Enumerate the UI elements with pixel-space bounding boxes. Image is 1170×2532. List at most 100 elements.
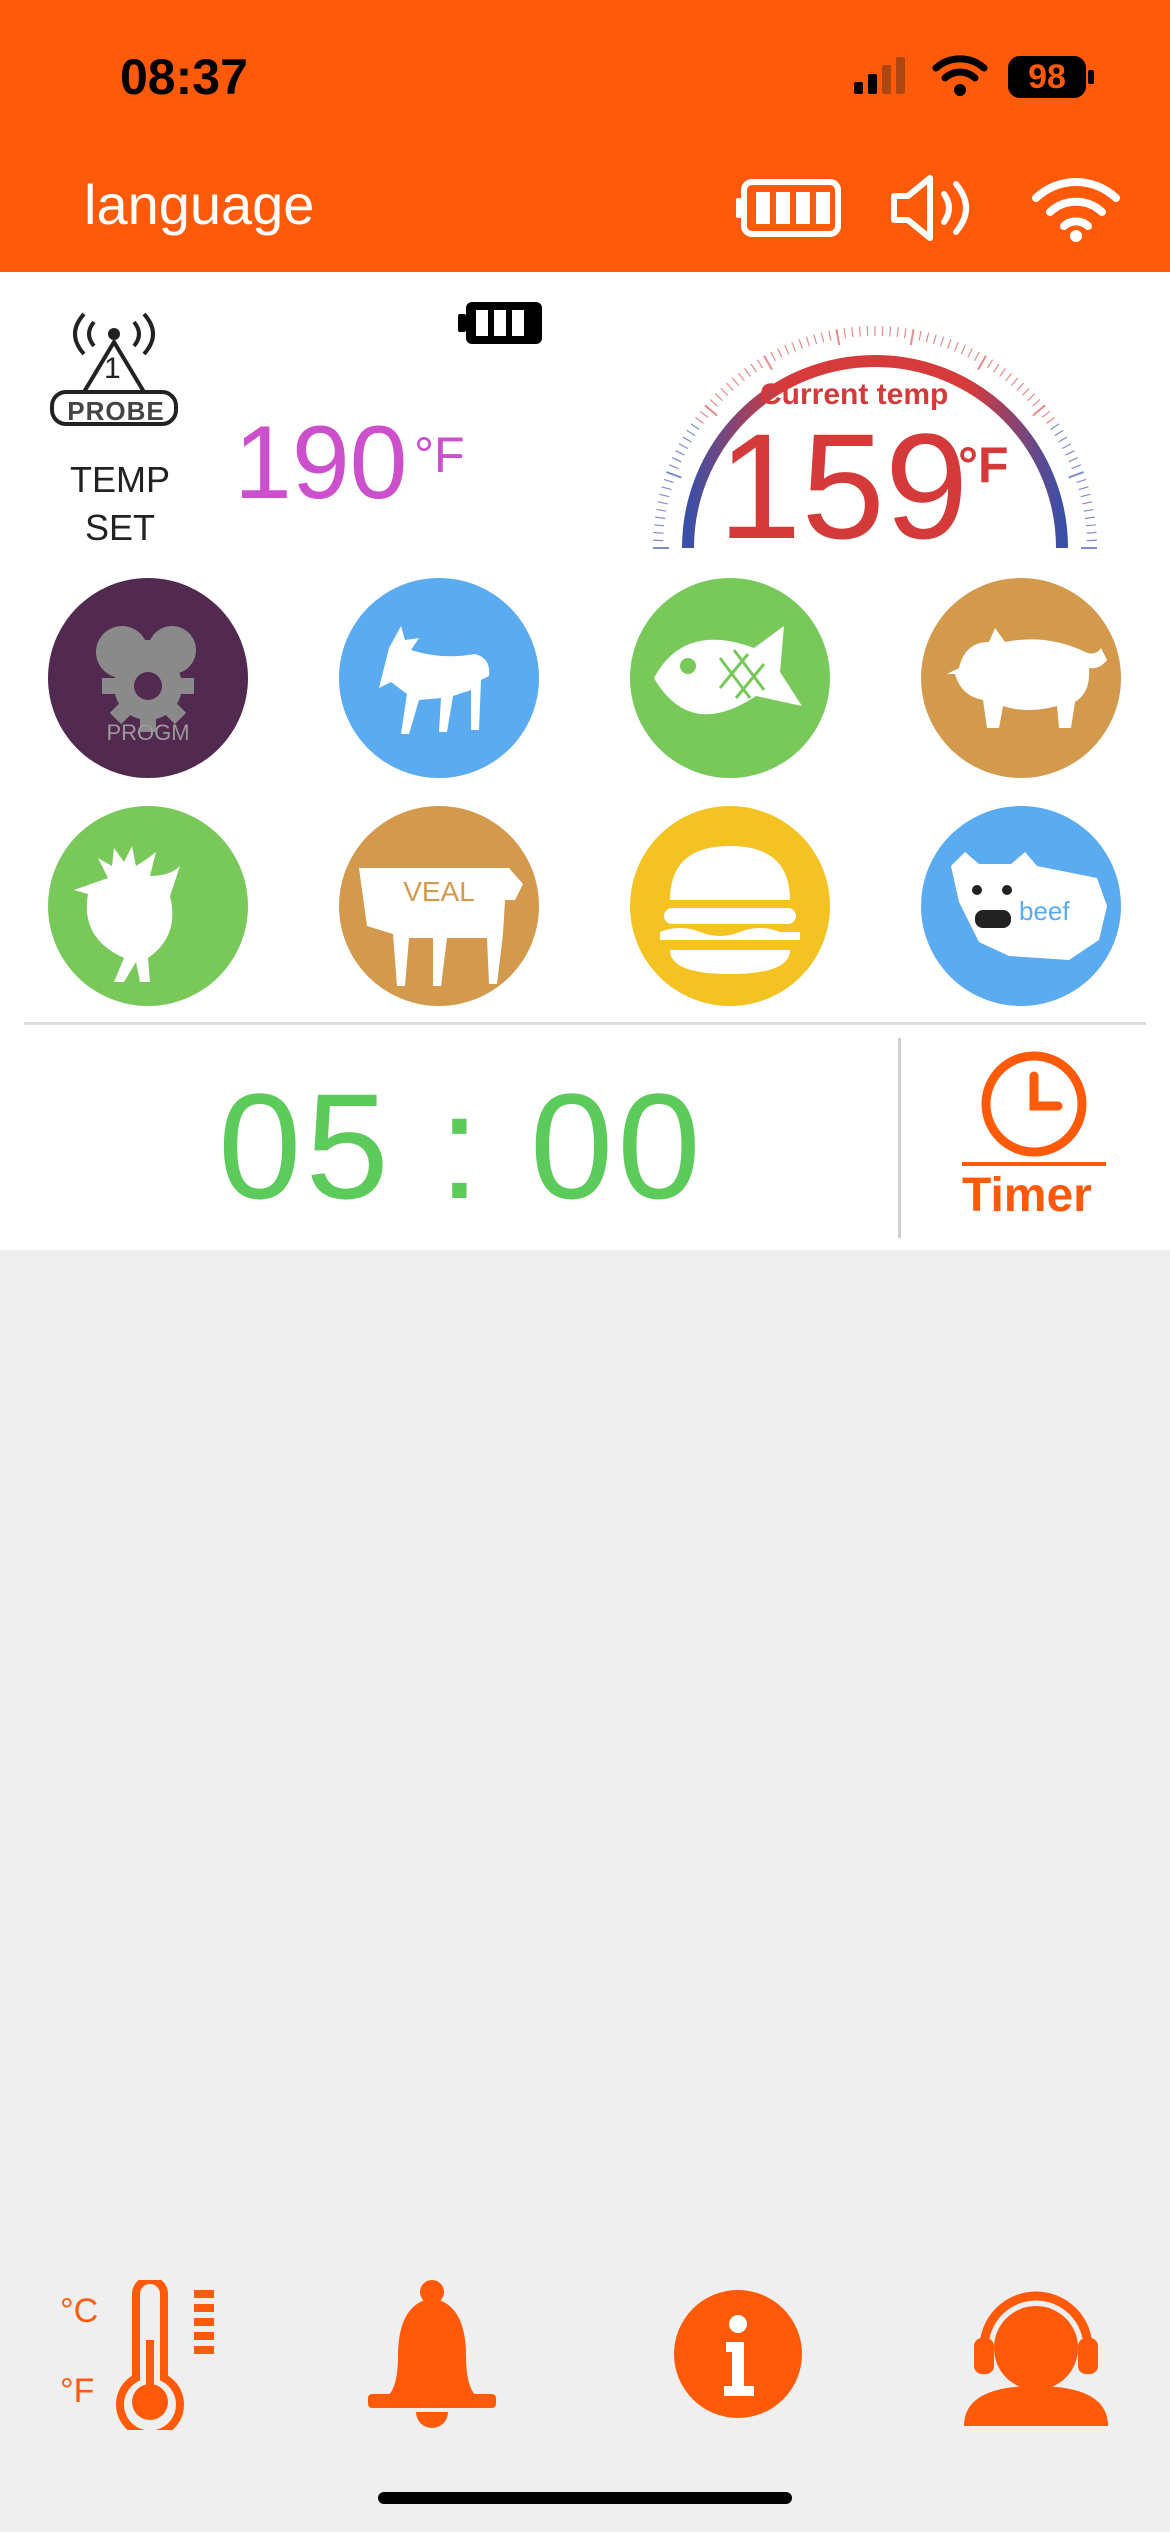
- probe-number: 1: [104, 352, 121, 385]
- gauge-tick: [1078, 486, 1089, 491]
- preset-chicken-button[interactable]: [48, 806, 248, 1006]
- gauge-tick: [777, 348, 783, 358]
- gauge-tick: [1016, 382, 1024, 391]
- timer-button[interactable]: [962, 1046, 1106, 1174]
- set-temp-value[interactable]: 190: [234, 404, 408, 523]
- gauge-tick: [657, 501, 668, 505]
- gauge-tick: [1005, 372, 1013, 382]
- gauge-tick: [1065, 450, 1075, 456]
- gauge-tick: [682, 436, 692, 443]
- timer-label[interactable]: Timer: [962, 1168, 1092, 1223]
- gauge-tick: [690, 423, 700, 430]
- gauge-tick: [1068, 471, 1084, 479]
- preset-fish-button[interactable]: [630, 578, 830, 778]
- gauge-tick: [1085, 524, 1096, 527]
- gauge-tick: [1084, 516, 1095, 520]
- temp-set-label: TEMP SET: [69, 459, 170, 548]
- gauge-tick: [675, 450, 685, 456]
- gauge-tick: [909, 329, 915, 346]
- gauge-tick: [1046, 417, 1055, 424]
- gauge-tick: [784, 344, 790, 355]
- gauge-tick: [659, 493, 670, 498]
- gauge-tick: [678, 443, 689, 450]
- gauge-tick: [666, 471, 682, 479]
- probe-label: PROBE: [67, 396, 165, 426]
- gauge-tick: [1068, 457, 1079, 463]
- support-button[interactable]: [960, 2278, 1112, 2430]
- gauge-tick: [986, 359, 994, 369]
- wifi-connection-icon[interactable]: [1030, 174, 1122, 244]
- gauge-tick: [903, 328, 907, 339]
- divider: [24, 1022, 1146, 1025]
- gauge-tick: [820, 332, 825, 343]
- gauge-tick: [851, 327, 854, 338]
- gauge-tick: [654, 524, 665, 527]
- info-button[interactable]: [674, 2290, 802, 2418]
- gauge-tick: [686, 429, 696, 437]
- gauge-tick: [918, 330, 922, 341]
- preset-pig-button[interactable]: [921, 578, 1121, 778]
- gauge-tick: [967, 348, 973, 358]
- gauge-tick: [1032, 399, 1041, 407]
- gauge-tick: [843, 328, 847, 339]
- gauge-tick: [655, 516, 666, 520]
- gauge-tick: [1054, 429, 1064, 437]
- gauge-tick: [744, 368, 751, 377]
- gauge-tick: [709, 399, 718, 407]
- preset-veal-button[interactable]: VEAL: [339, 806, 539, 1006]
- fish-icon: [654, 626, 802, 715]
- gauge-tick: [977, 355, 987, 371]
- gauge-tick: [695, 417, 704, 424]
- timer-value[interactable]: 05 : 00: [218, 1060, 705, 1233]
- gauge-tick: [750, 363, 757, 373]
- gauge-tick: [1080, 493, 1091, 498]
- battery-tip: [1088, 70, 1094, 84]
- gauge-tick: [661, 486, 672, 491]
- preset-goat-button[interactable]: [339, 578, 539, 778]
- speaker-icon[interactable]: [888, 170, 978, 246]
- preset-program-button[interactable]: PROGM: [48, 578, 248, 778]
- language-button[interactable]: language: [84, 172, 314, 237]
- status-time: 08:37: [120, 49, 248, 105]
- preset-burger-button[interactable]: [630, 806, 830, 1006]
- gauge-tick: [805, 336, 811, 347]
- unit-toggle-button[interactable]: °C °F: [56, 2276, 224, 2439]
- gauge-tick: [1010, 377, 1019, 386]
- gauge-tick: [1083, 508, 1094, 512]
- gauge-tick: [1027, 393, 1036, 402]
- current-temp-unit: °F: [958, 437, 1009, 493]
- gauge-tick: [946, 339, 952, 349]
- gauge-tick: [953, 341, 959, 352]
- gauge-tick: [813, 334, 818, 345]
- gauge-tick: [960, 344, 966, 355]
- gauge-tick: [720, 387, 729, 396]
- gauge-tick: [763, 355, 773, 371]
- goat-icon: [379, 626, 490, 734]
- gauge-tick: [737, 372, 745, 382]
- preset-beef-button[interactable]: beef: [921, 806, 1121, 1006]
- gauge-tick: [1082, 501, 1093, 505]
- gauge-tick: [1050, 423, 1060, 430]
- clock-icon: [962, 1051, 1106, 1166]
- gauge-tick: [656, 508, 667, 512]
- gauge-tick: [896, 327, 899, 338]
- battery-level-icon[interactable]: [736, 176, 844, 240]
- home-indicator: [378, 2492, 792, 2504]
- alarm-button[interactable]: [364, 2278, 500, 2430]
- chicken-icon: [74, 846, 180, 982]
- current-temp-value: 159: [718, 402, 969, 570]
- gear-icon: [96, 626, 196, 732]
- svg-text:°C: °C: [60, 2292, 98, 2330]
- gauge-tick: [663, 478, 674, 484]
- gauge-tick: [973, 351, 980, 362]
- gauge-tick: [1021, 387, 1030, 396]
- gauge-tick: [704, 404, 718, 417]
- info-icon: [724, 2315, 754, 2396]
- gauge-tick: [828, 330, 832, 341]
- gauge-tick: [1041, 410, 1051, 418]
- gauge-tick: [835, 329, 841, 346]
- gauge-tick: [726, 382, 734, 391]
- gauge-tick: [858, 326, 861, 337]
- gauge-tick: [1076, 478, 1087, 484]
- preset-program-label: PROGM: [106, 720, 190, 745]
